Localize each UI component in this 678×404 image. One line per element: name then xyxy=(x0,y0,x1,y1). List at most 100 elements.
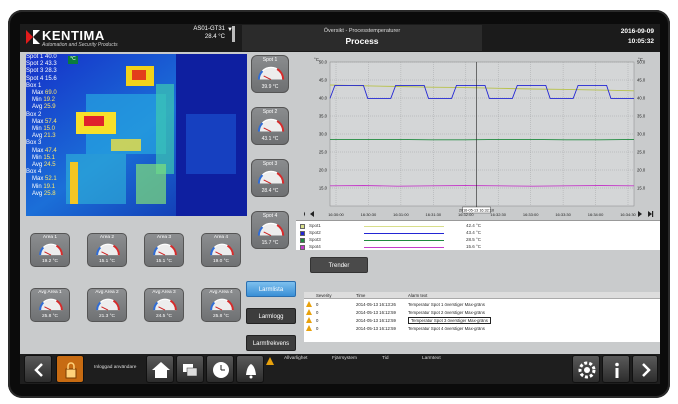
settings-button[interactable] xyxy=(572,355,600,383)
info-button[interactable] xyxy=(602,355,630,383)
col-time[interactable]: Time xyxy=(356,293,365,298)
play-icon[interactable] xyxy=(638,211,642,217)
trend-legend: Spot1 42.4 °C Spot2 43.4 °C Spot3 28.5 °C Spot… xyxy=(296,220,660,250)
clock-button[interactable] xyxy=(206,355,234,383)
alarm-row[interactable]: 0 2014-05-13 16:12:59 Temperatur Spot 2 öv… xyxy=(304,309,660,316)
larmfrekvens-button[interactable]: Larmfrekvens xyxy=(246,335,296,351)
legend-name: Spot3 xyxy=(309,237,321,242)
legend-row[interactable]: Spot3 28.5 °C xyxy=(300,237,656,244)
footer-col-remote: Fjärrsystem xyxy=(332,356,358,361)
clock-icon xyxy=(213,362,229,378)
y-tick-label: 45.0 xyxy=(319,78,328,83)
alarm-row[interactable]: 0 2014-05-13 16:12:59 Temperatur Spot 3 öv… xyxy=(304,317,660,324)
alarm-severity: 0 xyxy=(316,318,319,323)
area-gauge-value: 25.8 °C xyxy=(41,314,59,319)
spot-gauge[interactable]: Spot 3 28.4 °C xyxy=(251,159,289,197)
col-severity[interactable]: Severity xyxy=(316,293,332,298)
gauge-dial xyxy=(258,170,284,184)
thermal-stat-row: Box 4 xyxy=(26,169,64,176)
area-gauge[interactable]: Avg Area 1 25.8 °C xyxy=(30,288,70,322)
larmlogg-button[interactable]: Larmlogg xyxy=(246,308,296,324)
thermal-camera-image: Spot 1 40.0 Spot 2 43.3 Spot 3 28.3 Spot 4 … xyxy=(26,54,247,216)
area-gauge[interactable]: Avg Area 2 21.3 °C xyxy=(87,288,127,322)
forward-button[interactable] xyxy=(632,355,658,383)
legend-row[interactable]: Spot4 15.6 °C xyxy=(300,244,656,251)
trend-chart-svg[interactable]: °C °C50.0 50.045.0 45.040.0 40.035.0 35.030.0… xyxy=(299,54,660,220)
legend-row[interactable]: Spot2 43.4 °C xyxy=(300,230,656,237)
legend-value: 43.4 °C xyxy=(466,230,482,235)
time-text: 10:05:32 xyxy=(627,38,654,45)
datetime: 2016-09-09 10:05:32 xyxy=(621,27,654,47)
warning-icon xyxy=(306,317,312,323)
stat-label: Avg xyxy=(32,162,44,169)
play-back-icon[interactable] xyxy=(310,211,314,217)
thermal-stat-row: Min 15.0 xyxy=(26,126,64,133)
sensor-readout[interactable]: AS01-GT31 28.4 °C xyxy=(185,26,225,40)
brand-name: KENTIMA xyxy=(42,28,105,43)
area-gauge[interactable]: Area 3 15.1 °C xyxy=(144,233,184,267)
thermal-stats-overlay: Spot 1 40.0 Spot 2 43.3 Spot 3 28.3 Spot 4 … xyxy=(26,54,64,216)
stat-value: 28.3 xyxy=(45,68,57,75)
skip-end-icon[interactable] xyxy=(648,211,652,217)
larmlista-button[interactable]: Larmlista xyxy=(246,281,296,297)
lock-icon xyxy=(65,362,77,379)
stat-label: Avg xyxy=(32,133,44,140)
y-tick-label: 35.0 xyxy=(319,114,328,119)
spot-gauge-value: 43.1 °C xyxy=(261,136,279,142)
stat-label: Avg xyxy=(32,104,44,111)
stat-value: 69.0 xyxy=(45,90,57,97)
footer-col-severity: Allvarlighet xyxy=(284,356,308,361)
x-tick-label: 16:31:00 xyxy=(393,212,409,217)
chevron-left-icon xyxy=(34,363,43,377)
area-gauge-label: Area 3 xyxy=(156,235,172,240)
footer-bar: Inloggad användare Allvarlighet Fjärrsys… xyxy=(20,354,660,384)
spot-gauge[interactable]: Spot 1 39.9 °C xyxy=(251,55,289,93)
area-gauge[interactable]: Avg Area 4 25.8 °C xyxy=(201,288,241,322)
kentima-logo-icon xyxy=(26,30,40,44)
legend-line xyxy=(364,233,444,234)
area-gauge[interactable]: Area 2 15.1 °C xyxy=(87,233,127,267)
home-button[interactable] xyxy=(146,355,174,383)
back-button[interactable] xyxy=(24,355,52,383)
warning-icon xyxy=(306,309,312,315)
area-gauge-value: 24.5 °C xyxy=(155,314,173,319)
area-gauge-label: Avg Area 1 xyxy=(38,290,62,295)
alarm-row[interactable]: 0 2014-05-13 16:13:26 Temperatur Spot 1 öv… xyxy=(304,301,660,308)
y-tick-label-right: 35.0 xyxy=(637,114,646,119)
bell-icon xyxy=(246,364,256,379)
spot-gauge[interactable]: Spot 4 15.7 °C xyxy=(251,211,289,249)
col-alarm-text[interactable]: Alarm text xyxy=(408,293,427,298)
thermal-stat-row: Avg 21.3 xyxy=(26,133,64,140)
legend-swatch xyxy=(300,238,305,243)
warning-icon xyxy=(266,357,274,365)
sensor-value: 28.4 °C xyxy=(204,34,225,40)
area-gauge[interactable]: Avg Area 3 24.5 °C xyxy=(144,288,184,322)
alarm-bell-button[interactable] xyxy=(236,355,264,383)
alarm-row[interactable]: 0 2014-05-13 16:12:59 Temperatur Spot 4 öv… xyxy=(304,325,660,332)
thermal-stat-row: Avg 24.5 xyxy=(26,162,64,169)
gauge-dial xyxy=(258,66,284,80)
stat-label: Box 3 xyxy=(26,140,42,147)
y-tick-label-right: 45.0 xyxy=(637,78,646,83)
windows-button[interactable] xyxy=(176,355,204,383)
trend-chart[interactable]: °C °C 50.0 50.0 45.0 45.0 40.0 40.0 35.0 35.0 30.0… xyxy=(299,54,660,220)
legend-value: 15.6 °C xyxy=(466,244,482,249)
thermal-stat-row: Box 1 xyxy=(26,83,64,90)
area-gauge[interactable]: Area 4 19.0 °C xyxy=(201,233,241,267)
area-gauge[interactable]: Area 1 19.2 °C xyxy=(30,233,70,267)
legend-row[interactable]: Spot1 42.4 °C xyxy=(300,223,656,230)
sensor-level-bar xyxy=(232,26,235,42)
legend-value: 42.4 °C xyxy=(466,223,482,228)
stat-value: 15.6 xyxy=(45,75,57,82)
lock-button[interactable] xyxy=(56,355,84,383)
info-icon xyxy=(615,362,619,378)
record-icon[interactable] xyxy=(299,211,305,217)
legend-line xyxy=(364,247,444,248)
gauge-dial xyxy=(96,298,120,311)
spot-gauge[interactable]: Spot 2 43.1 °C xyxy=(251,107,289,145)
spot-gauge-value: 28.4 °C xyxy=(261,188,279,194)
alarm-severity: 0 xyxy=(316,310,319,315)
stat-value: 24.5 xyxy=(43,162,56,169)
spot-gauge-label: Spot 3 xyxy=(262,161,278,167)
trender-button[interactable]: Trender xyxy=(310,257,368,273)
